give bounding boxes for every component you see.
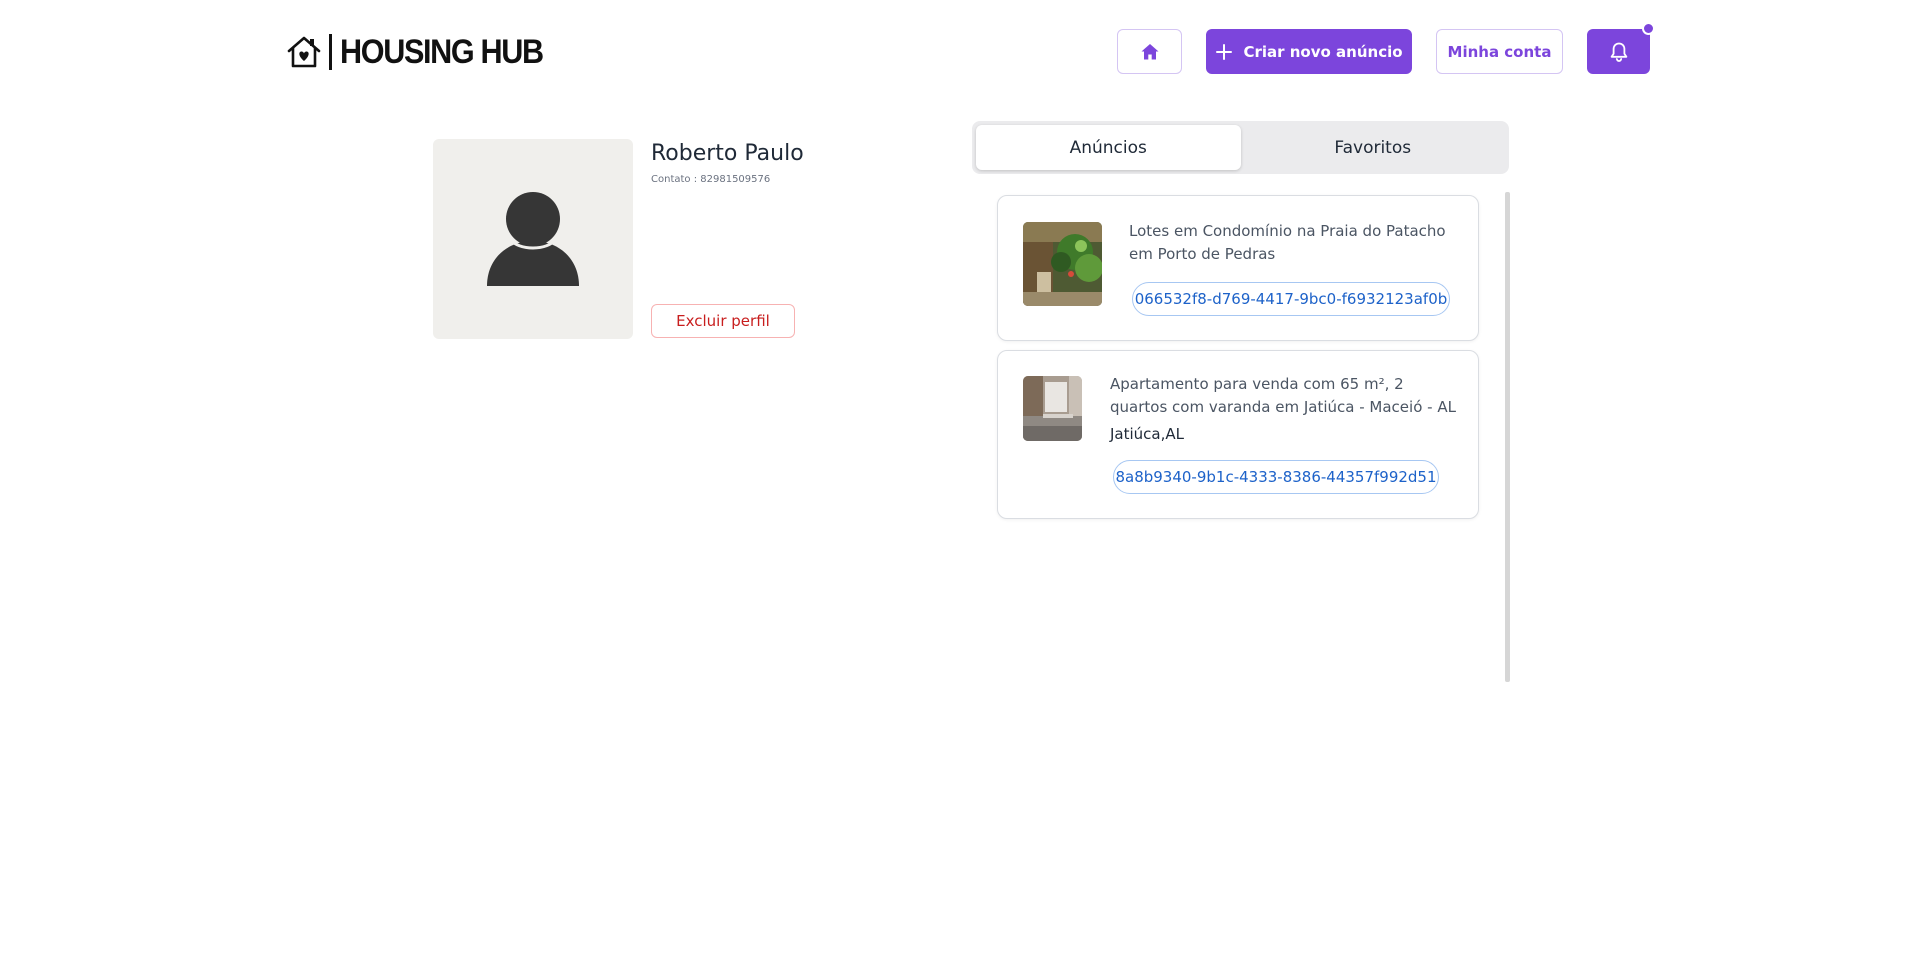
profile-contact: Contato : 82981509576 [651, 174, 771, 185]
listing-card[interactable]: Lotes em Condomínio na Praia do Patacho … [997, 195, 1479, 341]
create-listing-button[interactable]: Criar novo anúncio [1206, 29, 1412, 74]
logo[interactable]: HOUSING HUB [286, 32, 565, 72]
logo-divider [329, 34, 332, 70]
profile-avatar [433, 139, 633, 339]
listing-location: Jatiúca,AL [1110, 425, 1184, 443]
listing-tabs: Anúncios Favoritos [972, 121, 1509, 174]
my-account-button[interactable]: Minha conta [1436, 29, 1563, 74]
listing-thumbnail[interactable] [1023, 376, 1082, 441]
notification-badge [1642, 22, 1655, 35]
plus-icon [1216, 43, 1233, 60]
home-button[interactable] [1117, 29, 1182, 74]
profile-name: Roberto Paulo [651, 141, 804, 166]
listings-scrollbar[interactable] [1505, 192, 1510, 682]
listing-id-badge[interactable]: 066532f8-d769-4417-9bc0-f6932123af0b [1132, 282, 1450, 316]
home-icon [1141, 43, 1158, 59]
bell-icon [1610, 42, 1627, 62]
listing-title: Lotes em Condomínio na Praia do Patacho … [1129, 222, 1446, 263]
logo-text: HOUSING HUB [340, 33, 544, 71]
notifications-button[interactable] [1587, 29, 1650, 74]
tab-anuncios[interactable]: Anúncios [976, 125, 1241, 170]
house-heart-icon [287, 36, 321, 68]
listing-thumbnail[interactable] [1023, 222, 1102, 306]
create-listing-label: Criar novo anúncio [1243, 42, 1403, 61]
user-silhouette-icon [487, 191, 579, 286]
listing-id-badge[interactable]: 8a8b9340-9b1c-4333-8386-44357f992d51 [1113, 460, 1439, 494]
delete-profile-button[interactable]: Excluir perfil [651, 304, 795, 338]
listing-card[interactable]: Apartamento para venda com 65 m², 2 quar… [997, 350, 1479, 519]
tab-favoritos[interactable]: Favoritos [1241, 125, 1506, 170]
listing-title: Apartamento para venda com 65 m², 2 quar… [1110, 375, 1456, 416]
